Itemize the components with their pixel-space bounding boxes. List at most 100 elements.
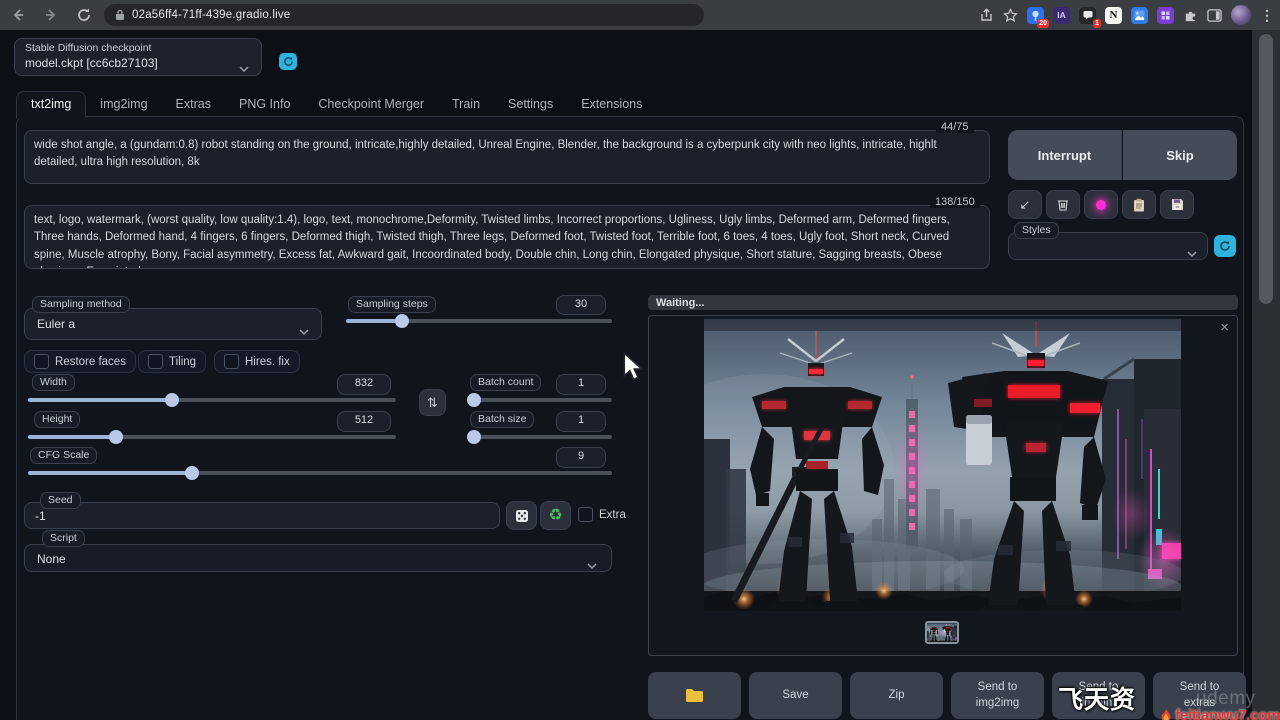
tab-txt2img[interactable]: txt2img — [16, 91, 86, 119]
generated-image[interactable] — [704, 319, 1181, 611]
send-to-img2img-button[interactable]: Send to img2img — [951, 672, 1044, 719]
side-panel-icon[interactable] — [1207, 8, 1222, 23]
sampling-steps-label: Sampling steps — [348, 296, 436, 313]
chevron-down-icon — [299, 322, 309, 340]
batch-count-label: Batch count — [470, 374, 541, 391]
checkpoint-refresh-button[interactable] — [279, 53, 297, 70]
apply-style-button[interactable] — [1122, 190, 1156, 219]
negative-token-counter: 138/150 — [930, 196, 980, 208]
height-slider[interactable] — [28, 435, 396, 439]
checkbox-icon — [148, 354, 163, 369]
skip-button[interactable]: Skip — [1123, 130, 1237, 180]
scrollbar-thumb[interactable] — [1259, 34, 1273, 304]
forward-icon[interactable] — [41, 5, 61, 25]
seed-input[interactable]: -1 — [24, 502, 500, 529]
browser-menu-icon[interactable]: ⋮ — [1260, 7, 1274, 24]
restore-faces-checkbox[interactable]: Restore faces — [24, 350, 136, 373]
batch-size-input[interactable]: 1 — [556, 411, 606, 432]
negative-prompt-input[interactable]: text, logo, watermark, (worst quality, l… — [24, 205, 990, 269]
extra-networks-button[interactable] — [1084, 190, 1118, 219]
checkpoint-block: Stable Diffusion checkpoint model.ckpt [… — [14, 38, 262, 76]
progress-bar: Waiting... — [648, 295, 1238, 310]
hires-fix-checkbox[interactable]: Hires. fix — [214, 350, 300, 373]
share-icon[interactable] — [979, 8, 994, 23]
ext-pin-icon[interactable]: 20 — [1027, 7, 1044, 24]
gallery-thumbnail[interactable] — [925, 621, 959, 644]
script-select[interactable]: None — [24, 544, 612, 572]
cfg-scale-slider[interactable] — [28, 471, 612, 475]
chevron-down-icon — [587, 556, 597, 574]
zip-button[interactable]: Zip — [850, 672, 943, 719]
paste-arrow-icon: ↙ — [1020, 197, 1031, 213]
seed-label: Seed — [40, 492, 81, 509]
trash-icon — [1057, 198, 1069, 211]
tab-extras[interactable]: Extras — [162, 92, 225, 118]
width-label: Width — [32, 374, 75, 391]
interrupt-button[interactable]: Interrupt — [1008, 130, 1122, 180]
height-label: Height — [34, 411, 80, 428]
ext-chat-badge: 1 — [1093, 19, 1101, 28]
paste-params-button[interactable]: ↙ — [1008, 190, 1042, 219]
close-icon[interactable]: × — [1220, 320, 1229, 335]
random-seed-button[interactable] — [506, 501, 537, 530]
profile-avatar[interactable] — [1231, 5, 1251, 25]
tab-extensions[interactable]: Extensions — [567, 92, 656, 118]
checkbox-icon — [224, 354, 239, 369]
tab-train[interactable]: Train — [438, 92, 494, 118]
prompt-token-counter: 44/75 — [936, 121, 974, 133]
result-gallery: × — [648, 315, 1238, 656]
page-scrollbar[interactable] — [1252, 30, 1280, 720]
sampling-method-label: Sampling method — [32, 296, 130, 313]
floppy-icon — [1171, 198, 1184, 211]
reuse-seed-button[interactable]: ♻ — [540, 501, 571, 530]
browser-actions: 20 IA 1 N ⋮ — [979, 0, 1274, 30]
sd-webui-page: Stable Diffusion checkpoint model.ckpt [… — [0, 30, 1280, 720]
width-slider[interactable] — [28, 398, 396, 402]
cfg-scale-input[interactable]: 9 — [556, 447, 606, 468]
recycle-icon: ♻ — [548, 508, 562, 524]
url-text: 02a56ff4-71ff-439e.gradio.live — [132, 9, 290, 21]
site-watermark: 飞天资源论坛 feitianwu7.com — [1058, 680, 1280, 720]
progress-status: Waiting... — [656, 297, 704, 309]
sampling-steps-slider[interactable] — [346, 319, 612, 323]
save-button[interactable]: Save — [749, 672, 842, 719]
seed-extra-checkbox[interactable]: Extra — [578, 507, 626, 522]
batch-count-slider[interactable] — [470, 398, 612, 402]
clear-prompt-button[interactable] — [1046, 190, 1080, 219]
batch-count-input[interactable]: 1 — [556, 374, 606, 395]
prompt-input[interactable]: wide shot angle, a (gundam:0.8) robot st… — [24, 130, 990, 184]
extensions-puzzle-icon[interactable] — [1183, 8, 1198, 23]
ext-purple-icon[interactable] — [1157, 7, 1174, 24]
watermark-site-name: 飞天资源论坛 — [1058, 680, 1157, 720]
tab-checkpoint-merger[interactable]: Checkpoint Merger — [304, 92, 438, 118]
tab-img2img[interactable]: img2img — [86, 92, 161, 118]
ext-ia-icon[interactable]: IA — [1053, 7, 1070, 24]
ext-image-icon[interactable] — [1131, 7, 1148, 24]
checkbox-icon — [578, 507, 593, 522]
flame-icon — [1159, 704, 1173, 720]
screenshot-root: 02a56ff4-71ff-439e.gradio.live 20 IA 1 N — [0, 0, 1280, 720]
width-input[interactable]: 832 — [337, 374, 391, 395]
checkbox-icon — [34, 354, 49, 369]
chevron-down-icon — [1187, 244, 1197, 262]
ext-chat-icon[interactable]: 1 — [1079, 7, 1096, 24]
checkpoint-select[interactable]: model.ckpt [cc6cb27103] — [25, 56, 158, 70]
batch-size-slider[interactable] — [470, 435, 612, 439]
mouse-cursor — [622, 352, 644, 382]
save-style-button[interactable] — [1160, 190, 1194, 219]
height-input[interactable]: 512 — [337, 411, 391, 432]
tab-settings[interactable]: Settings — [494, 92, 567, 118]
tiling-checkbox[interactable]: Tiling — [138, 350, 206, 373]
swap-dimensions-button[interactable]: ⇅ — [419, 389, 446, 416]
watermark-domain: feitianwu7.com — [1175, 708, 1280, 720]
back-icon[interactable] — [8, 5, 28, 25]
tab-png-info[interactable]: PNG Info — [225, 92, 304, 118]
ext-notion-icon[interactable]: N — [1105, 7, 1122, 24]
sampling-steps-input[interactable]: 30 — [556, 295, 606, 315]
open-folder-button[interactable] — [648, 672, 741, 719]
address-bar[interactable]: 02a56ff4-71ff-439e.gradio.live — [104, 4, 704, 26]
bookmark-star-icon[interactable] — [1003, 8, 1018, 23]
reload-icon[interactable] — [74, 5, 94, 25]
lock-icon — [115, 9, 125, 21]
styles-refresh-button[interactable] — [1214, 235, 1236, 257]
